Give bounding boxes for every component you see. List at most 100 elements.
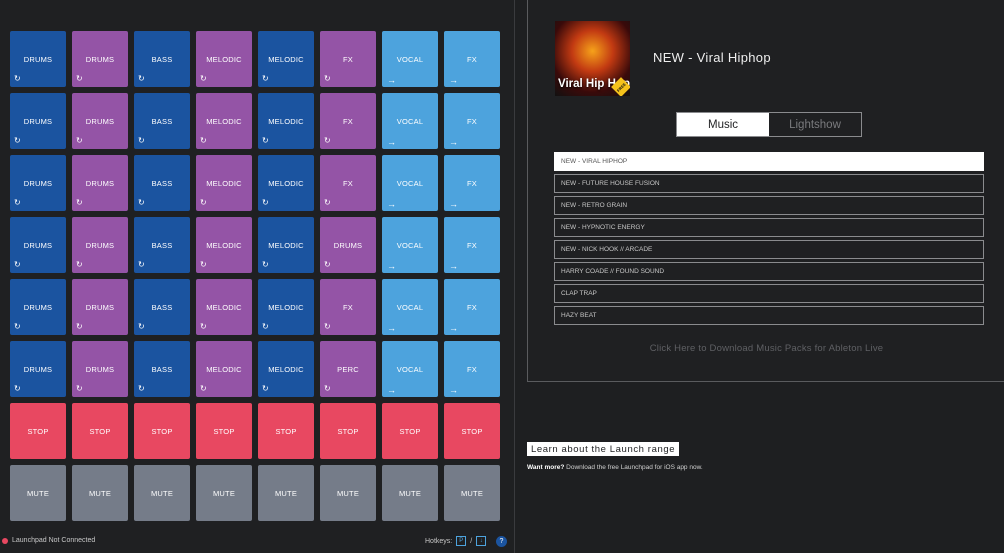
pack-title: NEW - Viral Hiphop [653, 50, 771, 65]
pack-list-item[interactable]: HAZY BEAT [554, 306, 984, 325]
pad-fx[interactable]: FX ↻ [320, 279, 376, 335]
hotkey-p-button[interactable]: P [456, 536, 467, 546]
pad-mute[interactable]: MUTE [444, 465, 500, 521]
pad-mute[interactable]: MUTE [320, 465, 376, 521]
pad-drums[interactable]: DRUMS ↻ [10, 217, 66, 273]
pack-list-item[interactable]: NEW - FUTURE HOUSE FUSION [554, 174, 984, 193]
pad-drums[interactable]: DRUMS ↻ [10, 279, 66, 335]
pad-mute[interactable]: MUTE [72, 465, 128, 521]
loop-icon: ↻ [76, 198, 83, 207]
pad-stop[interactable]: STOP [134, 403, 190, 459]
pad-vocal[interactable]: VOCAL → [382, 93, 438, 149]
pad-stop[interactable]: STOP [382, 403, 438, 459]
pad-mute[interactable]: MUTE [382, 465, 438, 521]
loop-icon: ↻ [76, 74, 83, 83]
loop-icon: ↻ [14, 322, 21, 331]
pad-drums[interactable]: DRUMS ↻ [10, 93, 66, 149]
pack-list-item[interactable]: CLAP TRAP [554, 284, 984, 303]
pad-fx[interactable]: FX → [444, 279, 500, 335]
pad-bass[interactable]: BASS ↻ [134, 155, 190, 211]
pad-label: DRUMS [23, 240, 53, 250]
pad-label: MUTE [336, 488, 360, 498]
pad-melodic[interactable]: MELODIC ↻ [258, 341, 314, 397]
pad-label: BASS [151, 54, 173, 64]
pad-melodic[interactable]: MELODIC ↻ [196, 155, 252, 211]
pad-stop[interactable]: STOP [258, 403, 314, 459]
pad-label: MELODIC [206, 302, 242, 312]
loop-icon: ↻ [76, 136, 83, 145]
pad-mute[interactable]: MUTE [258, 465, 314, 521]
pack-cover-image: Viral Hip Hop FREE [555, 21, 630, 96]
pad-bass[interactable]: BASS ↻ [134, 341, 190, 397]
pad-drums[interactable]: DRUMS ↻ [72, 31, 128, 87]
pad-stop[interactable]: STOP [196, 403, 252, 459]
pad-melodic[interactable]: MELODIC ↻ [196, 31, 252, 87]
pad-vocal[interactable]: VOCAL → [382, 279, 438, 335]
pad-label: STOP [89, 426, 111, 436]
pack-list-item[interactable]: NEW - RETRO GRAIN [554, 196, 984, 215]
pad-drums[interactable]: DRUMS ↻ [10, 31, 66, 87]
pad-fx[interactable]: FX → [444, 93, 500, 149]
pad-fx[interactable]: FX ↻ [320, 93, 376, 149]
download-packs-link[interactable]: Click Here to Download Music Packs for A… [528, 343, 1004, 354]
pad-fx[interactable]: FX → [444, 31, 500, 87]
loop-icon: ↻ [200, 322, 207, 331]
pack-list-item[interactable]: NEW - VIRAL HIPHOP [554, 152, 984, 171]
pad-melodic[interactable]: MELODIC ↻ [196, 341, 252, 397]
hotkey-down-button[interactable]: ↓ [476, 536, 487, 546]
pad-fx[interactable]: FX → [444, 217, 500, 273]
loop-icon: ↻ [324, 322, 331, 331]
pad-drums[interactable]: DRUMS ↻ [72, 341, 128, 397]
pad-fx[interactable]: FX → [444, 155, 500, 211]
pad-bass[interactable]: BASS ↻ [134, 31, 190, 87]
pad-stop[interactable]: STOP [444, 403, 500, 459]
loop-icon: ↻ [262, 74, 269, 83]
pad-fx[interactable]: FX ↻ [320, 155, 376, 211]
pack-list-item[interactable]: NEW - NICK HOOK // ARCADE [554, 240, 984, 259]
pad-melodic[interactable]: MELODIC ↻ [196, 93, 252, 149]
pad-vocal[interactable]: VOCAL → [382, 341, 438, 397]
loop-icon: ↻ [14, 260, 21, 269]
pad-label: MUTE [150, 488, 174, 498]
pad-melodic[interactable]: MELODIC ↻ [196, 279, 252, 335]
pad-mute[interactable]: MUTE [10, 465, 66, 521]
pad-drums[interactable]: DRUMS ↻ [72, 93, 128, 149]
pack-list-item[interactable]: HARRY COADE // FOUND SOUND [554, 262, 984, 281]
pad-melodic[interactable]: MELODIC ↻ [258, 279, 314, 335]
tab-lightshow[interactable]: Lightshow [769, 113, 861, 136]
pad-melodic[interactable]: MELODIC ↻ [196, 217, 252, 273]
pad-drums[interactable]: DRUMS ↻ [10, 155, 66, 211]
pad-fx[interactable]: FX → [444, 341, 500, 397]
pad-drums[interactable]: DRUMS ↻ [72, 279, 128, 335]
pad-label: STOP [275, 426, 297, 436]
pad-bass[interactable]: BASS ↻ [134, 93, 190, 149]
pad-melodic[interactable]: MELODIC ↻ [258, 217, 314, 273]
pad-vocal[interactable]: VOCAL → [382, 31, 438, 87]
pad-vocal[interactable]: VOCAL → [382, 155, 438, 211]
pad-vocal[interactable]: VOCAL → [382, 217, 438, 273]
learn-launch-range-button[interactable]: Learn about the Launch range [527, 442, 680, 456]
pad-perc[interactable]: PERC ↻ [320, 341, 376, 397]
pad-mute[interactable]: MUTE [196, 465, 252, 521]
pad-label: MELODIC [206, 240, 242, 250]
pad-drums[interactable]: DRUMS ↻ [10, 341, 66, 397]
pad-drums[interactable]: DRUMS ↻ [72, 217, 128, 273]
pad-stop[interactable]: STOP [72, 403, 128, 459]
pad-fx[interactable]: FX ↻ [320, 31, 376, 87]
pad-drums[interactable]: DRUMS ↻ [320, 217, 376, 273]
pack-list-item[interactable]: NEW - HYPNOTIC ENERGY [554, 218, 984, 237]
pad-bass[interactable]: BASS ↻ [134, 217, 190, 273]
tab-music[interactable]: Music [677, 113, 769, 136]
pad-label: MELODIC [268, 54, 304, 64]
pad-stop[interactable]: STOP [10, 403, 66, 459]
pad-bass[interactable]: BASS ↻ [134, 279, 190, 335]
pad-drums[interactable]: DRUMS ↻ [72, 155, 128, 211]
pad-melodic[interactable]: MELODIC ↻ [258, 155, 314, 211]
arrow-right-icon: → [449, 323, 459, 333]
pad-melodic[interactable]: MELODIC ↻ [258, 31, 314, 87]
pad-melodic[interactable]: MELODIC ↻ [258, 93, 314, 149]
pad-label: FX [467, 54, 477, 64]
pad-stop[interactable]: STOP [320, 403, 376, 459]
help-button[interactable]: ? [496, 536, 507, 547]
pad-mute[interactable]: MUTE [134, 465, 190, 521]
